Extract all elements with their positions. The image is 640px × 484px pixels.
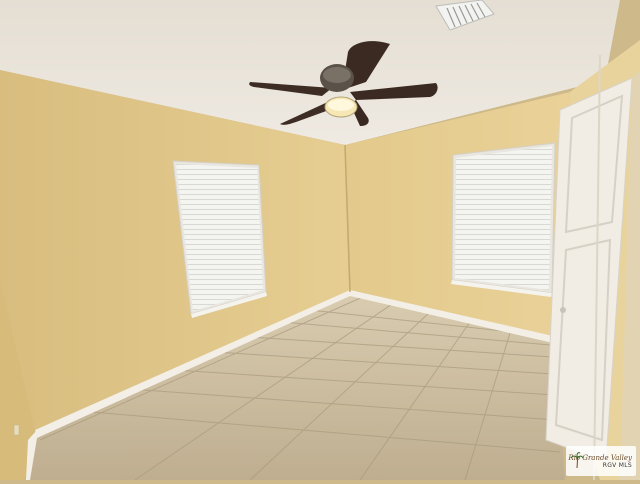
door-knob [560, 307, 566, 313]
palm-tree-icon [571, 452, 583, 468]
right-window-blinds [455, 146, 552, 290]
room-scene [0, 0, 640, 481]
watermark-tag: RGV MLS [602, 461, 632, 469]
room-photo: Rio Grande Valley RGV MLS [0, 0, 640, 481]
right-window [451, 142, 556, 297]
mls-watermark: Rio Grande Valley RGV MLS [566, 446, 636, 476]
wall-outlet [13, 424, 20, 436]
